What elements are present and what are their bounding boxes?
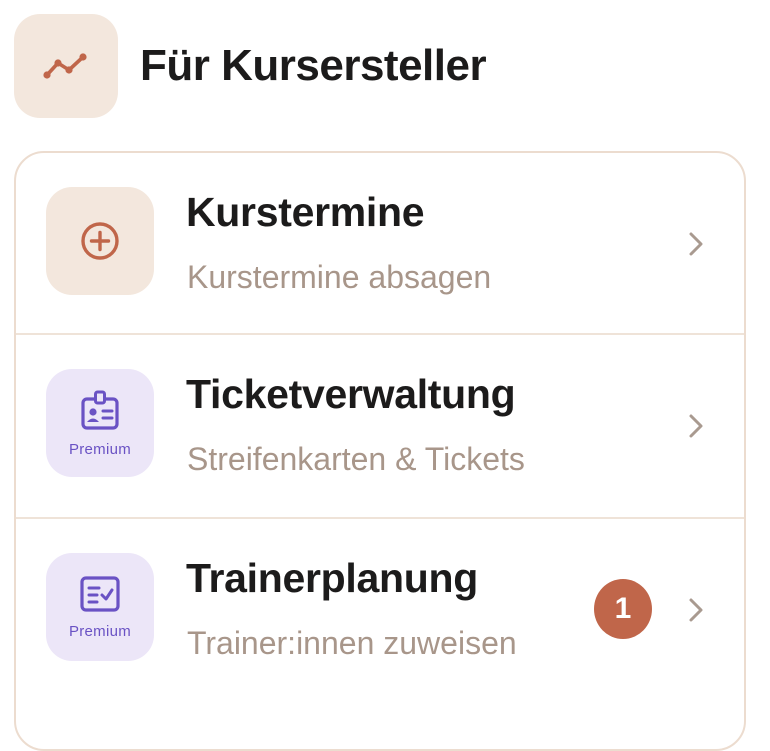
menu-item-subtitle: Streifenkarten & Tickets (187, 441, 525, 477)
premium-label: Premium (68, 622, 132, 640)
menu-item-title: Kurstermine (186, 189, 425, 235)
section-icon-tile (14, 14, 118, 118)
notification-badge: 1 (594, 579, 652, 639)
menu-card: Kurstermine Kurstermine absagen Premium … (14, 151, 746, 751)
menu-item-icon-tile (46, 187, 154, 295)
menu-item-kurstermine[interactable]: Kurstermine Kurstermine absagen (16, 153, 744, 335)
section-header: Für Kursersteller (14, 14, 487, 118)
id-badge-icon (81, 390, 119, 430)
chevron-right-icon (684, 408, 708, 444)
menu-item-icon-tile: Premium (46, 553, 154, 661)
chevron-right-icon (684, 592, 708, 628)
menu-item-subtitle: Trainer:innen zuweisen (187, 625, 517, 661)
checklist-icon (80, 575, 120, 612)
menu-item-subtitle: Kurstermine absagen (187, 259, 492, 295)
plus-circle-icon (81, 222, 119, 260)
menu-item-icon-tile: Premium (46, 369, 154, 477)
menu-item-ticketverwaltung[interactable]: Premium Ticketverwaltung Streifenkarten … (16, 335, 744, 517)
trend-line-icon (43, 53, 87, 79)
menu-item-title: Trainerplanung (186, 555, 478, 601)
premium-label: Premium (68, 440, 132, 458)
section-title: Für Kursersteller (140, 41, 487, 90)
menu-item-trainerplanung[interactable]: Premium Trainerplanung Trainer:innen zuw… (16, 519, 744, 701)
chevron-right-icon (684, 226, 708, 262)
menu-item-title: Ticketverwaltung (186, 371, 516, 417)
